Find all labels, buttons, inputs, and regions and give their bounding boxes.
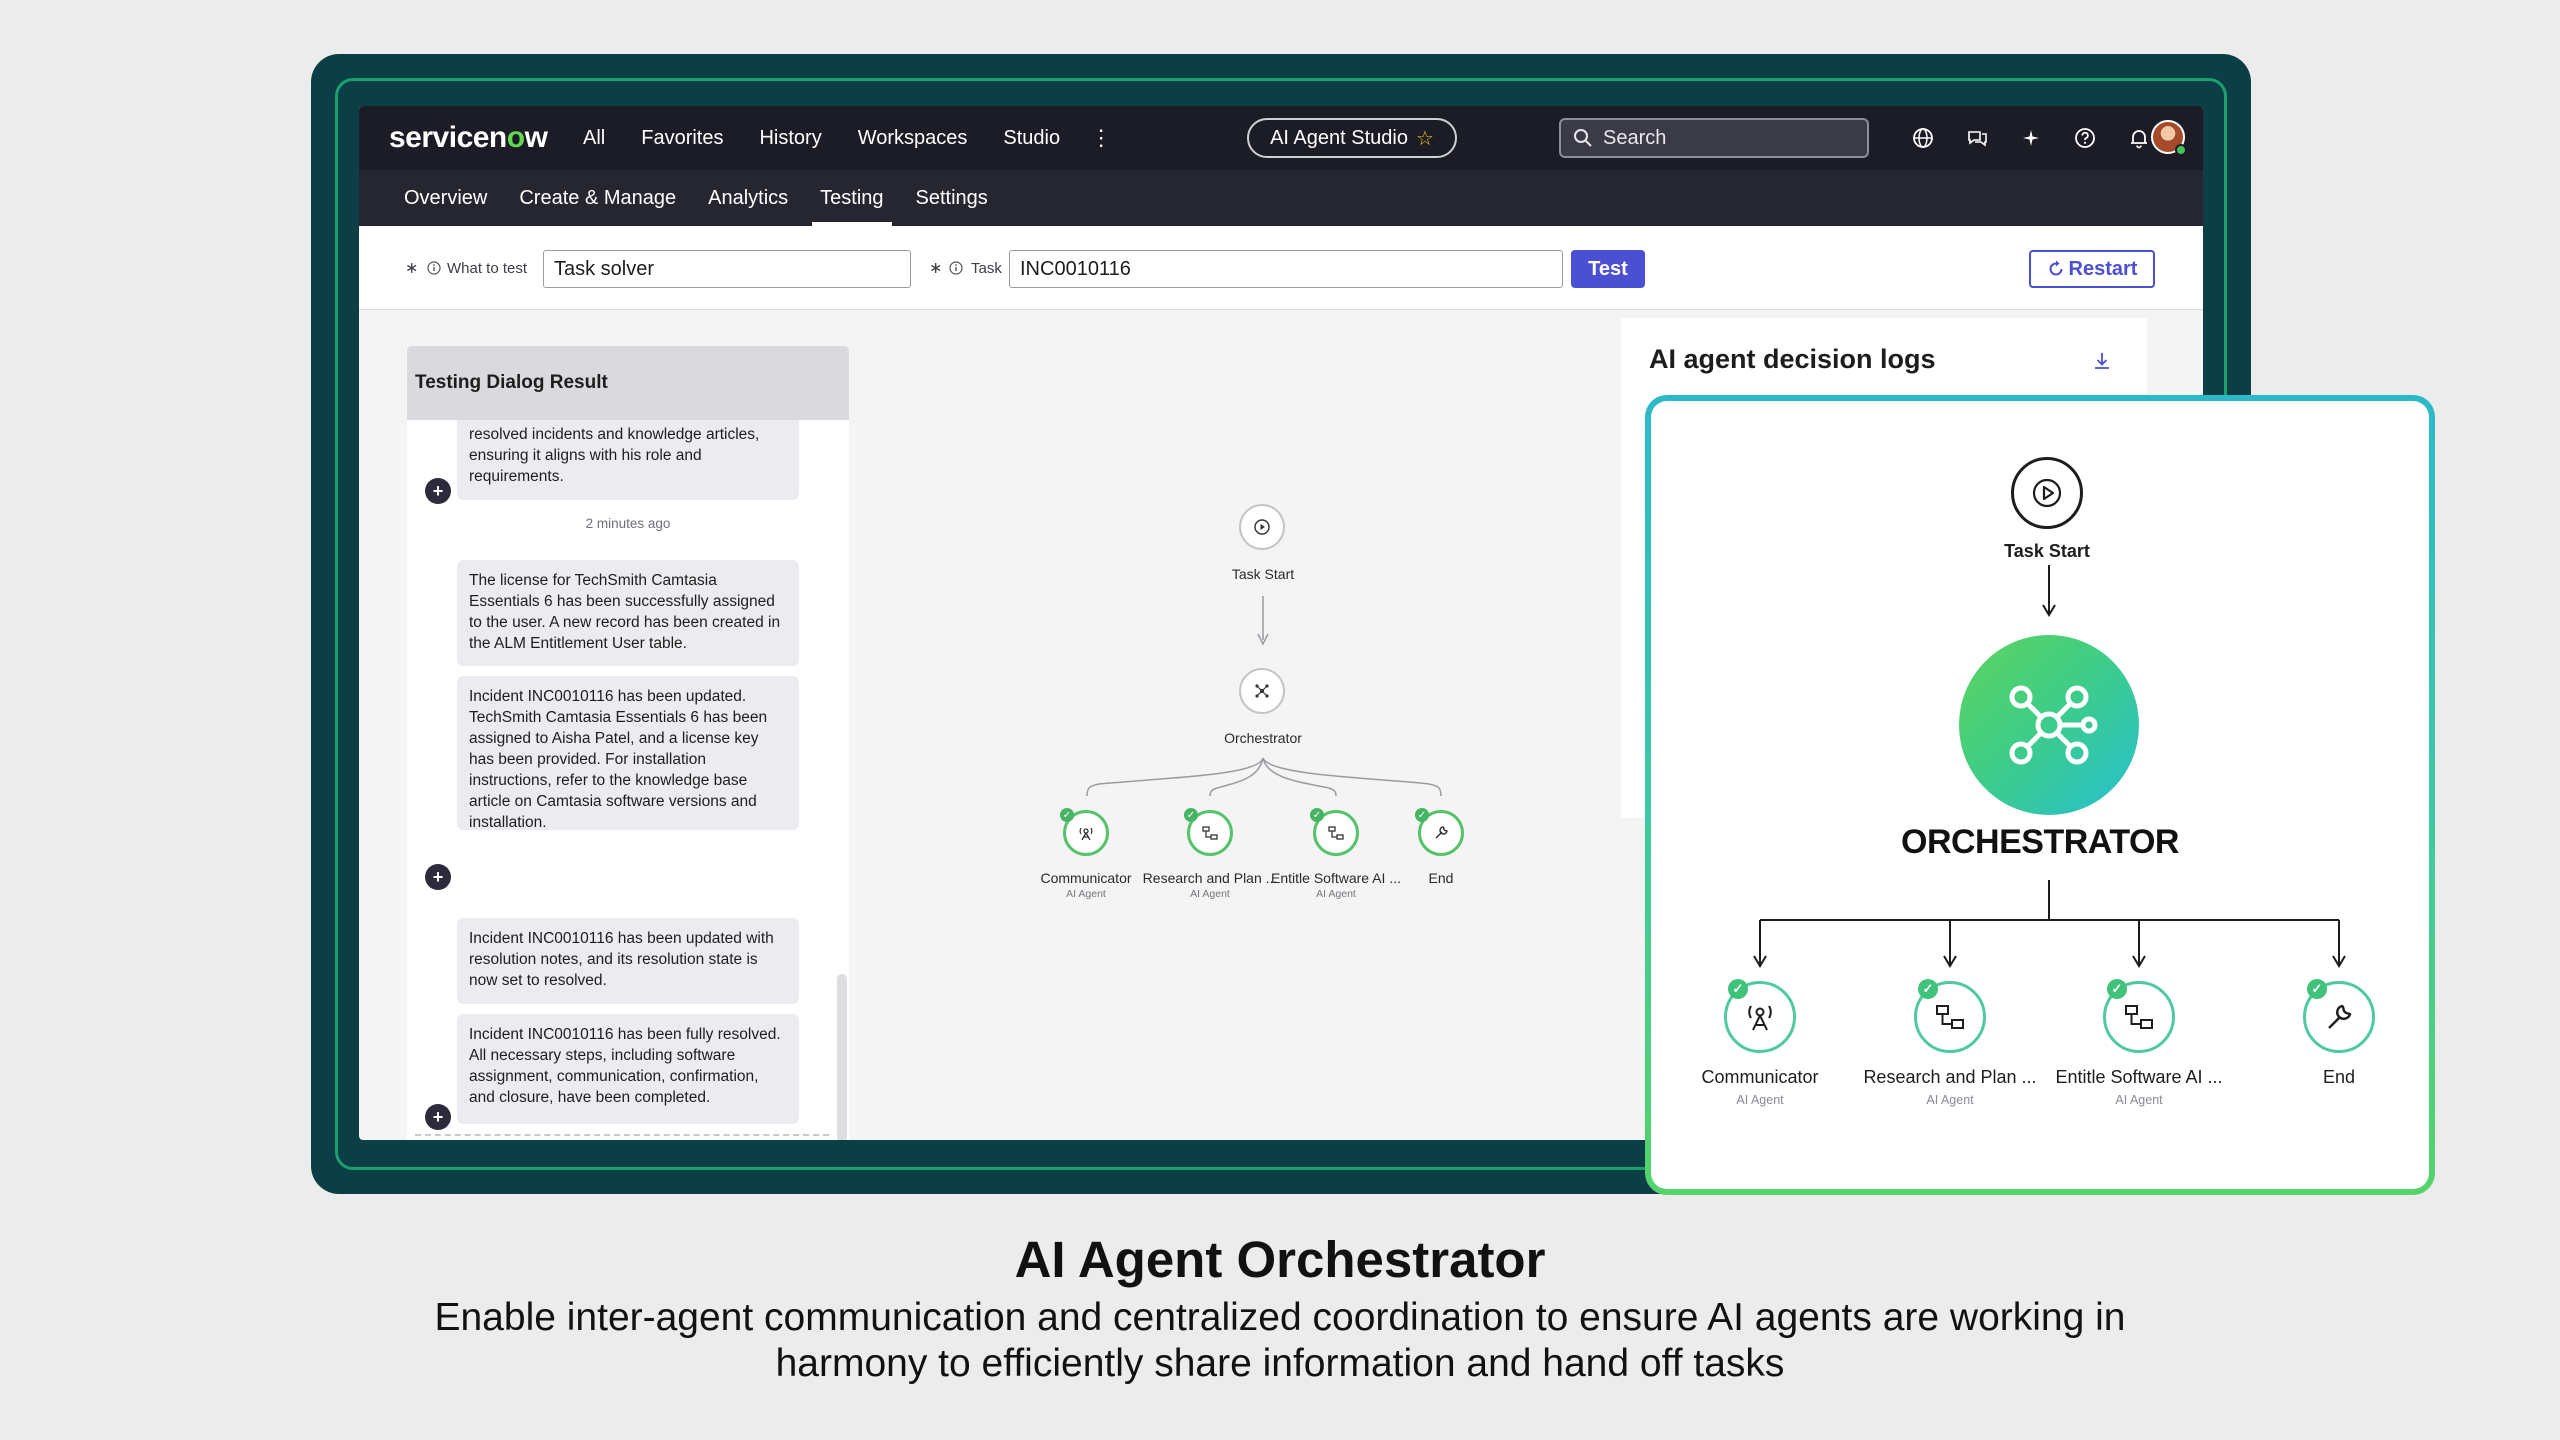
check-icon: ✓ [2107,979,2127,999]
task-start-label: Task Start [1231,566,1295,582]
antenna-icon [1748,1005,1772,1031]
check-icon: ✓ [1415,808,1429,822]
flowchart-icon [1936,1005,1964,1029]
zoom-research-plan-type: AI Agent [1926,1093,1974,1107]
check-icon: ✓ [1728,979,1748,999]
check-icon: ✓ [2307,979,2327,999]
check-icon: ✓ [1184,808,1198,822]
orchestrator-zoom-card: Task Start ORCHESTRATOR ✓ Communicator A… [1645,395,2435,1195]
end-label: End [1428,870,1454,886]
caption-title: AI Agent Orchestrator [1014,1231,1546,1288]
caption-subtitle-line: harmony to efficiently share information… [775,1342,1785,1385]
flowchart-icon [1202,826,1218,840]
task-start-node[interactable] [1239,504,1285,550]
play-icon [2032,478,2062,508]
wrench-icon [1435,826,1448,839]
zoom-task-start-label: Task Start [2004,541,2090,561]
orchestrator-icon [1255,684,1269,698]
flowchart-icon [2125,1005,2153,1029]
decision-logs-title: AI agent decision logs [1649,344,1936,374]
entitle-software-type: AI Agent [1316,888,1356,900]
zoom-orchestrator-label: ORCHESTRATOR [1901,823,2179,861]
check-icon: ✓ [1310,808,1324,822]
caption-subtitle: Enable inter-agent communication and cen… [300,1295,2260,1387]
zoom-orchestrator-node[interactable] [1959,635,2139,815]
zoom-end-label: End [2322,1067,2356,1087]
zoom-entitle-software-type: AI Agent [2115,1093,2163,1107]
antenna-icon [1079,827,1093,841]
caption-subtitle-line: Enable inter-agent communication and cen… [434,1296,2126,1339]
check-icon: ✓ [1918,979,1938,999]
zoom-communicator-type: AI Agent [1736,1093,1784,1107]
zoom-task-start-node[interactable] [2011,457,2083,529]
zoom-entitle-software-label: Entitle Software AI ... [2055,1067,2223,1087]
orchestrator-label: Orchestrator [1224,730,1302,746]
orchestrator-icon [2009,685,2098,765]
flowchart-icon [1328,826,1344,840]
download-icon[interactable] [2091,350,2113,372]
zoom-research-plan-label: Research and Plan ... [1863,1067,2037,1087]
zoom-communicator-label: Communicator [1701,1067,1819,1087]
play-icon [1254,519,1270,535]
wrench-icon [2328,1004,2352,1029]
orchestrator-node[interactable] [1239,668,1285,714]
check-icon: ✓ [1060,808,1074,822]
